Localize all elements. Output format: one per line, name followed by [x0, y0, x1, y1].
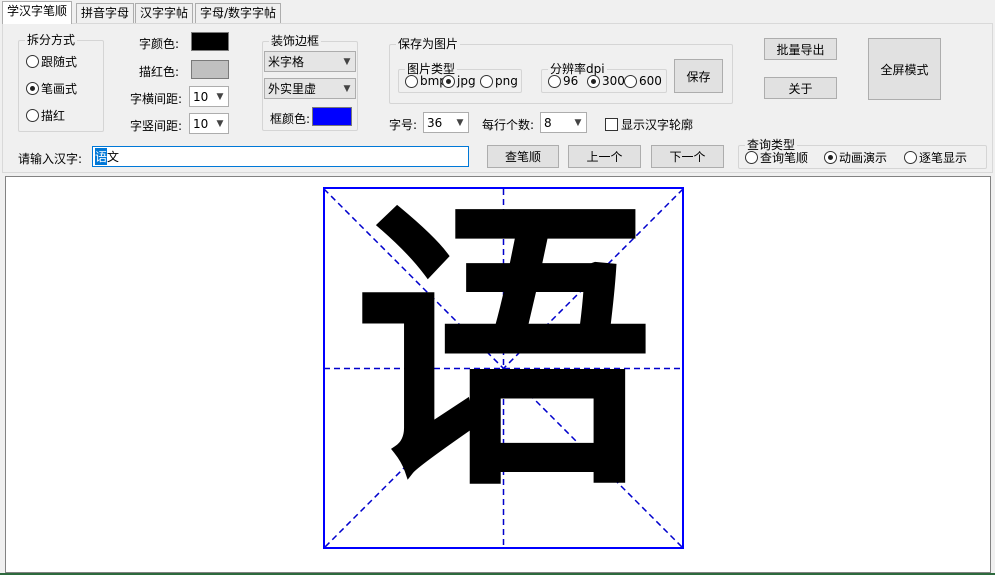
radio-circle-icon — [480, 74, 493, 88]
frame-color-label: 框颜色: — [270, 112, 311, 126]
chevron-down-icon: ▼ — [574, 117, 582, 128]
per-row-select[interactable]: 8 ▼ — [540, 112, 587, 133]
per-row-label: 每行个数: — [482, 118, 535, 132]
tab-hanzi-copybook[interactable]: 汉字字帖 — [135, 3, 194, 23]
split-mode-legend: 拆分方式 — [27, 33, 76, 47]
radio-bmp[interactable]: bmp — [405, 74, 447, 88]
radio-dpi-96[interactable]: 96 — [548, 74, 578, 88]
line-style-select[interactable]: 外实里虚 ▼ — [264, 78, 356, 99]
radio-dpi-300[interactable]: 300 — [587, 74, 625, 88]
chevron-down-icon: ▼ — [216, 91, 224, 102]
radio-selected-icon — [26, 82, 39, 95]
font-size-label: 字号: — [389, 118, 418, 132]
h-spacing-label: 字横间距: — [130, 92, 183, 106]
char-color-swatch[interactable] — [191, 32, 229, 51]
trace-color-swatch[interactable] — [191, 60, 229, 79]
chevron-down-icon: ▼ — [343, 83, 351, 94]
frame-color-swatch[interactable] — [312, 107, 352, 126]
radio-circle-icon — [548, 74, 561, 88]
outline-checkbox[interactable]: 显示汉字轮廓 — [605, 116, 693, 133]
font-size-select[interactable]: 36 ▼ — [423, 112, 469, 133]
radio-circle-icon — [904, 151, 917, 164]
radio-stroke[interactable]: 笔画式 — [26, 80, 77, 97]
grid-style-select[interactable]: 米字格 ▼ — [264, 51, 356, 72]
next-button[interactable]: 下一个 — [651, 145, 724, 168]
trace-color-label: 描红色: — [139, 65, 180, 79]
radio-circle-icon — [26, 109, 39, 122]
save-button[interactable]: 保存 — [674, 59, 723, 93]
mi-grid-svg: 语 — [323, 177, 684, 549]
char-color-label: 字颜色: — [139, 37, 180, 51]
chevron-down-icon: ▼ — [343, 56, 351, 67]
radio-circle-icon — [745, 151, 758, 164]
tab-learn-stroke-order[interactable]: 学汉字笔顺 — [2, 1, 73, 24]
tab-letter-number-copybook[interactable]: 字母/数字字帖 — [195, 3, 282, 23]
input-label: 请输入汉字: — [18, 152, 83, 166]
save-image-legend: 保存为图片 — [398, 37, 459, 51]
fullscreen-button[interactable]: 全屏模式 — [868, 38, 941, 100]
hanzi-input[interactable]: 语文 — [92, 146, 469, 167]
batch-export-button[interactable]: 批量导出 — [764, 38, 837, 60]
h-spacing-select[interactable]: 10 ▼ — [189, 86, 229, 107]
v-spacing-label: 字竖间距: — [130, 119, 183, 133]
radio-selected-icon — [587, 74, 600, 88]
radio-circle-icon — [405, 74, 418, 88]
radio-selected-icon — [824, 151, 837, 164]
radio-stepwise[interactable]: 逐笔显示 — [904, 149, 967, 166]
radio-dpi-600[interactable]: 600 — [624, 74, 662, 88]
radio-circle-icon — [624, 74, 637, 88]
chevron-down-icon: ▼ — [216, 118, 224, 129]
tab-pinyin[interactable]: 拼音字母 — [76, 3, 135, 23]
v-spacing-select[interactable]: 10 ▼ — [189, 113, 229, 134]
radio-jpg[interactable]: jpg — [442, 74, 476, 88]
radio-follow[interactable]: 跟随式 — [26, 53, 77, 70]
chevron-down-icon: ▼ — [456, 117, 464, 128]
display-character: 语 — [354, 177, 654, 526]
radio-trace[interactable]: 描红 — [26, 107, 65, 124]
about-button[interactable]: 关于 — [764, 77, 837, 99]
radio-selected-icon — [442, 74, 455, 88]
checkbox-icon — [605, 118, 618, 131]
drawing-canvas: 语 — [5, 176, 991, 573]
prev-button[interactable]: 上一个 — [568, 145, 641, 168]
radio-query-order[interactable]: 查询笔顺 — [745, 149, 808, 166]
radio-circle-icon — [26, 55, 39, 68]
radio-png[interactable]: png — [480, 74, 518, 88]
frame-legend: 装饰边框 — [271, 34, 320, 48]
radio-animation[interactable]: 动画演示 — [824, 149, 887, 166]
query-stroke-button[interactable]: 查笔顺 — [487, 145, 559, 168]
